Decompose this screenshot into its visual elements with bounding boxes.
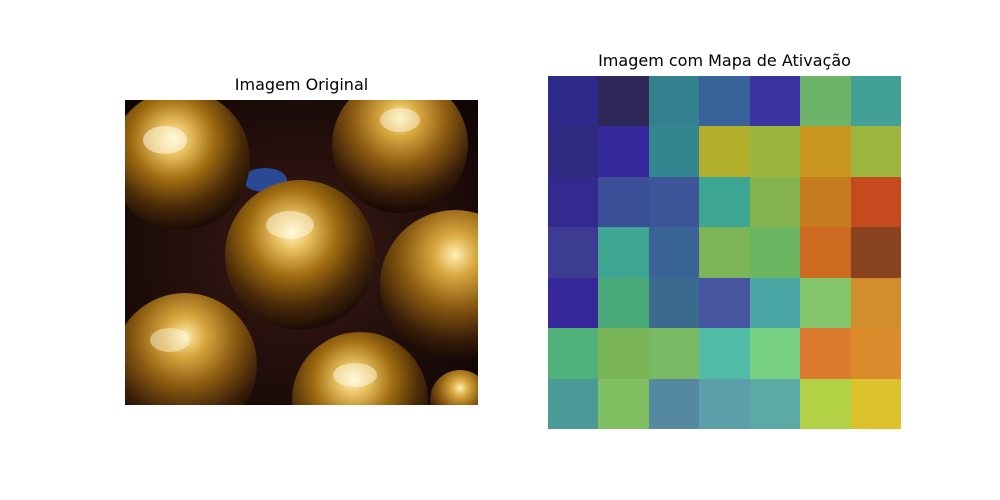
heatmap-cell bbox=[648, 176, 700, 228]
heatmap-cell bbox=[598, 176, 649, 228]
heatmap-cell bbox=[749, 176, 801, 228]
golden-spheres-photo bbox=[125, 100, 478, 405]
heatmap-cell bbox=[598, 227, 649, 278]
heatmap-cell bbox=[598, 76, 649, 127]
heatmap-cell bbox=[800, 277, 851, 329]
heatmap-cell bbox=[699, 277, 750, 329]
original-image-title: Imagem Original bbox=[234, 75, 369, 94]
heatmap-cell bbox=[648, 227, 700, 278]
heatmap-cell bbox=[548, 277, 599, 329]
heatmap-cell bbox=[699, 328, 750, 379]
heatmap-cell bbox=[648, 328, 700, 379]
heatmap-cell bbox=[749, 126, 801, 177]
heatmap-cell bbox=[548, 378, 599, 429]
heatmap-cell bbox=[648, 76, 700, 127]
heatmap-cell bbox=[800, 126, 851, 177]
heatmap-cell bbox=[548, 126, 599, 177]
heatmap-cell bbox=[800, 76, 851, 127]
heatmap-cell bbox=[749, 378, 801, 429]
original-image bbox=[125, 100, 478, 405]
heatmap-cell bbox=[850, 227, 901, 278]
heatmap-cell bbox=[850, 126, 901, 177]
heatmap-cell bbox=[548, 227, 599, 278]
heatmap-cell bbox=[800, 378, 851, 429]
heatmap-cell bbox=[749, 277, 801, 329]
heatmap-cell bbox=[699, 126, 750, 177]
heatmap-cell bbox=[648, 378, 700, 429]
heatmap-cell bbox=[850, 378, 901, 429]
heatmap-cell bbox=[699, 176, 750, 228]
heatmap-cell bbox=[850, 176, 901, 228]
heatmap-cell bbox=[648, 126, 700, 177]
heatmap-cell bbox=[800, 176, 851, 228]
heatmap-cell bbox=[598, 328, 649, 379]
heatmap-cell bbox=[749, 76, 801, 127]
heatmap-cell bbox=[749, 328, 801, 379]
heatmap-cell bbox=[699, 76, 750, 127]
heatmap-cell bbox=[598, 277, 649, 329]
heatmap-cell bbox=[699, 227, 750, 278]
heatmap-cell bbox=[598, 126, 649, 177]
heatmap-cell bbox=[598, 378, 649, 429]
heatmap-cell bbox=[800, 328, 851, 379]
activation-map-title: Imagem com Mapa de Ativação bbox=[598, 51, 851, 70]
heatmap-cell bbox=[548, 176, 599, 228]
heatmap-cell bbox=[548, 76, 599, 127]
heatmap-cell bbox=[850, 328, 901, 379]
heatmap-cell bbox=[800, 227, 851, 278]
heatmap-cell bbox=[850, 76, 901, 127]
heatmap-cell bbox=[850, 277, 901, 329]
heatmap-cell bbox=[648, 277, 700, 329]
heatmap-cell bbox=[699, 378, 750, 429]
activation-heatmap bbox=[548, 76, 901, 429]
heatmap-cell bbox=[749, 227, 801, 278]
heatmap-cell bbox=[548, 328, 599, 379]
